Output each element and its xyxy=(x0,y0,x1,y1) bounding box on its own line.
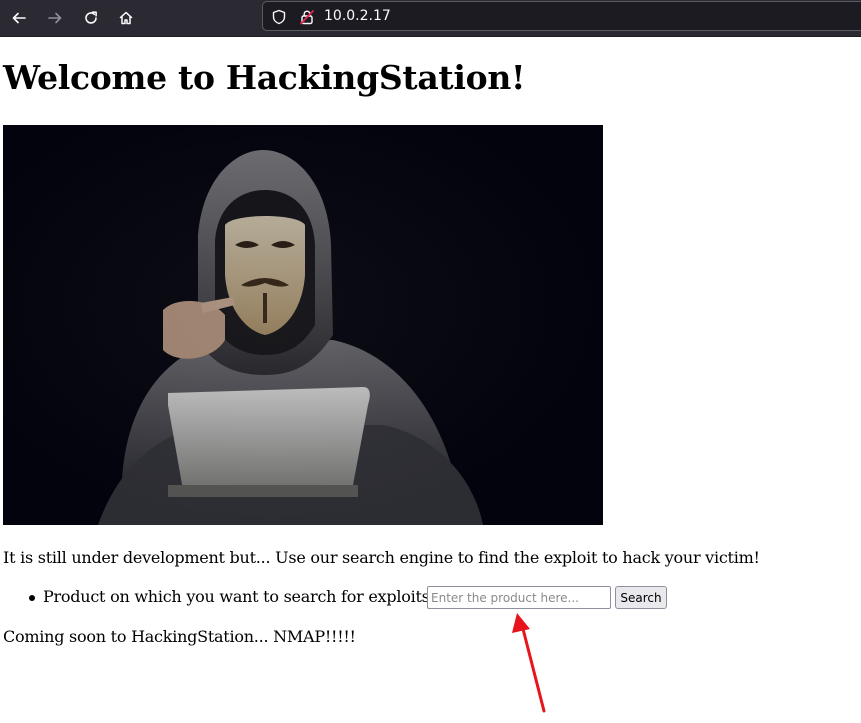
hero-image xyxy=(3,125,603,525)
url-text[interactable]: 10.0.2.17 xyxy=(324,8,391,24)
shield-icon[interactable] xyxy=(271,9,287,25)
intro-text: It is still under development but... Use… xyxy=(3,548,760,567)
home-button[interactable] xyxy=(112,4,140,32)
hacker-illustration xyxy=(3,125,603,525)
reload-button[interactable] xyxy=(77,4,105,32)
browser-toolbar: 10.0.2.17 xyxy=(0,0,861,37)
reload-icon xyxy=(85,11,97,24)
back-arrow-icon xyxy=(12,12,26,24)
back-button[interactable] xyxy=(5,4,33,32)
search-button[interactable]: Search xyxy=(615,586,667,609)
coming-soon-text: Coming soon to HackingStation... NMAP!!!… xyxy=(3,627,356,646)
page-title: Welcome to HackingStation! xyxy=(3,58,526,97)
search-label: Product on which you want to search for … xyxy=(43,587,435,606)
home-icon xyxy=(119,11,133,25)
red-arrow-annotation xyxy=(512,613,546,713)
forward-button[interactable] xyxy=(41,4,69,32)
list-bullet xyxy=(29,595,35,601)
address-bar[interactable]: 10.0.2.17 xyxy=(262,1,861,31)
insecure-lock-icon[interactable] xyxy=(299,9,315,25)
forward-arrow-icon xyxy=(48,12,62,24)
